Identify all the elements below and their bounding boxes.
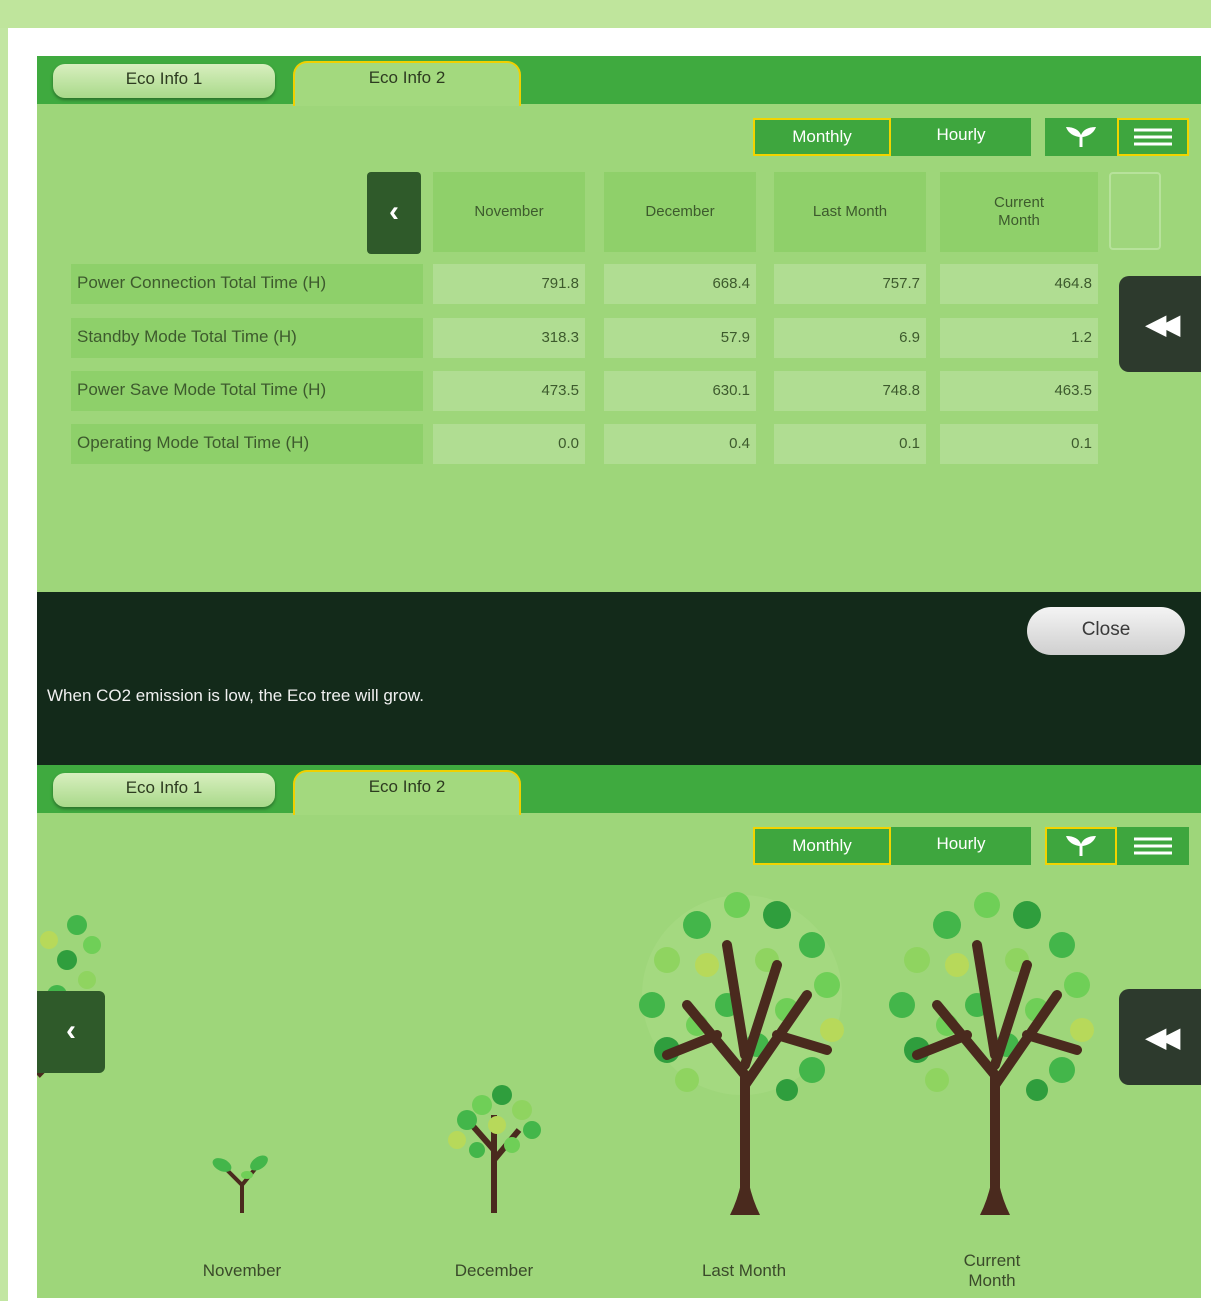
info-band: Close When CO2 emission is low, the Eco … xyxy=(37,592,1201,765)
table-cell: 318.3 xyxy=(433,318,585,358)
table-cell: 791.8 xyxy=(433,264,585,304)
tree-view-button[interactable] xyxy=(1045,118,1117,156)
table-cell: 463.5 xyxy=(940,371,1098,411)
monthly-button[interactable]: Monthly xyxy=(753,827,891,865)
row-label-operating-mode: Operating Mode Total Time (H) xyxy=(71,424,423,464)
tree-label-current-month: Current Month xyxy=(963,1251,1021,1290)
table-cell: 57.9 xyxy=(604,318,756,358)
tree-label-december: December xyxy=(454,1261,534,1280)
table-cell: 757.7 xyxy=(774,264,926,304)
period-toggle: Monthly Hourly xyxy=(753,827,1031,865)
table-cell: 0.1 xyxy=(774,424,926,464)
view-toggle xyxy=(1045,118,1189,156)
table-cell: 0.0 xyxy=(433,424,585,464)
list-icon xyxy=(1134,834,1172,859)
eco-tree-message: When CO2 emission is low, the Eco tree w… xyxy=(47,686,424,705)
table-prev-button[interactable]: ‹ xyxy=(367,172,421,254)
column-header-november: November xyxy=(433,172,585,252)
tab-bar: Eco Info 1 Eco Info 2 xyxy=(37,56,1201,106)
tree-prev-button[interactable]: ‹ xyxy=(37,991,105,1073)
tab-eco-info-1[interactable]: Eco Info 1 xyxy=(53,773,275,807)
list-view-button[interactable] xyxy=(1117,827,1189,865)
tree-label-last-month: Last Month xyxy=(701,1261,787,1280)
list-view-button[interactable] xyxy=(1117,118,1189,156)
tab-eco-info-2[interactable]: Eco Info 2 xyxy=(293,770,521,815)
rewind-button[interactable]: ◀◀ xyxy=(1119,989,1201,1085)
table-cell: 668.4 xyxy=(604,264,756,304)
top-strip xyxy=(0,0,1211,28)
tree-december xyxy=(448,1085,541,1213)
table-cell: 0.4 xyxy=(604,424,756,464)
tree-label-november: November xyxy=(202,1261,282,1280)
table-cell: 0.1 xyxy=(940,424,1098,464)
view-toggle xyxy=(1045,827,1189,865)
tree-current-month xyxy=(889,892,1094,1215)
table-cell: 748.8 xyxy=(774,371,926,411)
tree-icon xyxy=(1066,127,1096,147)
table-cell: 473.5 xyxy=(433,371,585,411)
tree-last-month xyxy=(639,892,844,1215)
row-label-power-connection: Power Connection Total Time (H) xyxy=(71,264,423,304)
row-label-standby-mode: Standby Mode Total Time (H) xyxy=(71,318,423,358)
rewind-button[interactable]: ◀◀ xyxy=(1119,276,1201,372)
tab-bar: Eco Info 1 Eco Info 2 xyxy=(37,765,1201,815)
column-header-current-month: Current Month xyxy=(940,172,1098,252)
table-cell: 1.2 xyxy=(940,318,1098,358)
column-header-december: December xyxy=(604,172,756,252)
table-cell: 6.9 xyxy=(774,318,926,358)
table-next-button[interactable] xyxy=(1109,172,1161,250)
hourly-button[interactable]: Hourly xyxy=(891,827,1031,865)
table-cell: 464.8 xyxy=(940,264,1098,304)
tree-view-button[interactable] xyxy=(1045,827,1117,865)
rewind-icon: ◀◀ xyxy=(1146,308,1180,339)
tree-november xyxy=(212,1155,268,1213)
column-header-last-month: Last Month xyxy=(774,172,926,252)
monthly-button[interactable]: Monthly xyxy=(753,118,891,156)
rewind-icon: ◀◀ xyxy=(1146,1021,1180,1052)
list-icon xyxy=(1134,125,1172,150)
tab-eco-info-2[interactable]: Eco Info 2 xyxy=(293,61,521,106)
tree-icon xyxy=(1066,836,1096,856)
table-cell: 630.1 xyxy=(604,371,756,411)
hourly-button[interactable]: Hourly xyxy=(891,118,1031,156)
period-toggle: Monthly Hourly xyxy=(753,118,1031,156)
row-label-power-save-mode: Power Save Mode Total Time (H) xyxy=(71,371,423,411)
eco-info-tree-panel: Eco Info 1 Eco Info 2 Monthly Hourly ‹ N… xyxy=(37,765,1201,1298)
eco-info-table-panel: Eco Info 1 Eco Info 2 Monthly Hourly ‹ N… xyxy=(37,56,1201,592)
tab-eco-info-1[interactable]: Eco Info 1 xyxy=(53,64,275,98)
close-button[interactable]: Close xyxy=(1027,607,1185,655)
